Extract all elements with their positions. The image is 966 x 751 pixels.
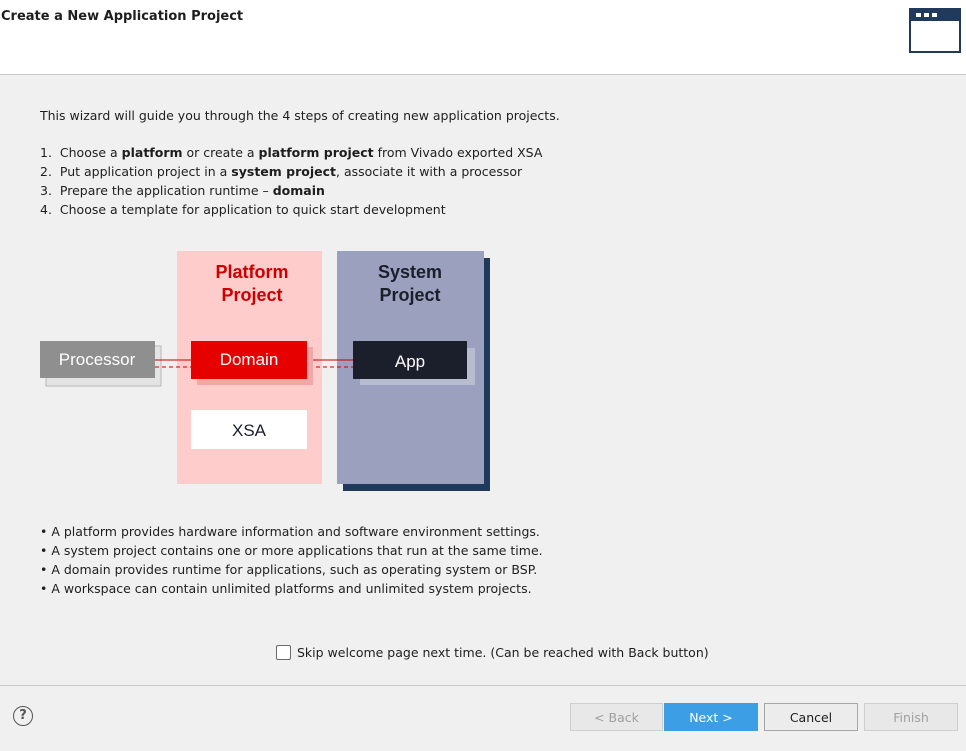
step-number: 3. bbox=[40, 183, 52, 198]
step-text: Choose a bbox=[59, 145, 122, 160]
step-number: 1. bbox=[40, 145, 52, 160]
bullet-item: • A domain provides runtime for applicat… bbox=[40, 562, 538, 577]
step-number: 2. bbox=[40, 164, 52, 179]
step-number: 4. bbox=[40, 202, 52, 217]
step-text: from Vivado exported XSA bbox=[373, 145, 543, 160]
finish-button[interactable]: Finish bbox=[864, 703, 958, 731]
step-keyword: domain bbox=[272, 183, 325, 198]
bullet-item: • A workspace can contain unlimited plat… bbox=[40, 581, 532, 596]
step-item: 1. Choose a platform or create a platfor… bbox=[40, 143, 560, 162]
step-keyword: platform project bbox=[258, 145, 374, 160]
system-title-line1: System bbox=[378, 262, 442, 282]
step-item: 4. Choose a template for application to … bbox=[40, 200, 560, 219]
bullet-list: • A platform provides hardware informati… bbox=[40, 522, 543, 598]
step-keyword: platform bbox=[121, 145, 183, 160]
skip-welcome-row[interactable]: Skip welcome page next time. (Can be rea… bbox=[276, 645, 709, 660]
skip-welcome-label: Skip welcome page next time. (Can be rea… bbox=[297, 645, 709, 660]
step-text: Put application project in a bbox=[59, 164, 232, 179]
next-button[interactable]: Next > bbox=[664, 703, 758, 731]
step-keyword: system project bbox=[231, 164, 337, 179]
step-item: 2. Put application project in a system p… bbox=[40, 162, 560, 181]
app-label: App bbox=[395, 352, 425, 371]
skip-welcome-checkbox[interactable] bbox=[276, 645, 291, 660]
step-text: Prepare the application runtime – bbox=[59, 183, 273, 198]
platform-title-line2: Project bbox=[221, 285, 282, 305]
architecture-diagram: Processor Platform Project System Projec… bbox=[40, 251, 490, 491]
processor-label: Processor bbox=[59, 350, 136, 369]
steps-list: 1. Choose a platform or create a platfor… bbox=[40, 143, 560, 219]
bullet-item: • A platform provides hardware informati… bbox=[40, 524, 540, 539]
step-text: or create a bbox=[182, 145, 259, 160]
step-item: 3. Prepare the application runtime – dom… bbox=[40, 181, 560, 200]
footer-divider bbox=[0, 685, 966, 686]
system-title-line2: Project bbox=[379, 285, 440, 305]
wizard-title: Create a New Application Project bbox=[1, 9, 244, 24]
bullet-item: • A system project contains one or more … bbox=[40, 543, 543, 558]
step-text: , associate it with a processor bbox=[336, 164, 523, 179]
wizard-header: Create a New Application Project bbox=[0, 0, 966, 75]
window-icon bbox=[909, 8, 961, 53]
platform-title-line1: Platform bbox=[215, 262, 288, 282]
wizard-intro: This wizard will guide you through the 4… bbox=[40, 106, 560, 219]
help-icon[interactable]: ? bbox=[13, 706, 33, 726]
domain-label: Domain bbox=[220, 350, 279, 369]
step-text: Choose a template for application to qui… bbox=[59, 202, 446, 217]
cancel-button[interactable]: Cancel bbox=[764, 703, 858, 731]
back-button[interactable]: < Back bbox=[570, 703, 663, 731]
xsa-label: XSA bbox=[232, 421, 267, 440]
intro-text: This wizard will guide you through the 4… bbox=[40, 108, 560, 123]
